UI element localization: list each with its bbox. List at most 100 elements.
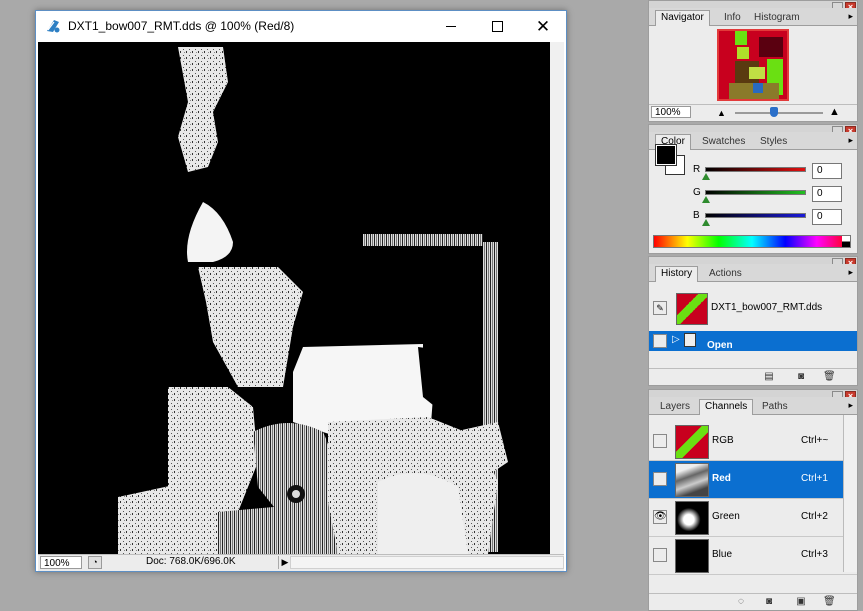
- red-slider-knob[interactable]: [702, 173, 710, 180]
- channels-palette: × Layers Channels Paths ▸ RGB Ctrl+~ Red…: [648, 389, 858, 611]
- channel-thumbnail: [675, 501, 709, 535]
- green-value-field[interactable]: 0: [812, 186, 842, 202]
- channel-visibility-toggle[interactable]: [653, 434, 667, 448]
- palette-menu-icon[interactable]: ▸: [848, 11, 853, 22]
- blue-slider[interactable]: [705, 213, 806, 218]
- delete-state-icon[interactable]: 🗑: [823, 371, 836, 382]
- channel-name: Red: [712, 473, 731, 484]
- history-state-label: Open: [707, 340, 733, 351]
- new-snapshot-icon[interactable]: ◙: [795, 371, 807, 382]
- navigator-zoom-field[interactable]: 100%: [651, 106, 691, 118]
- snapshot-thumbnail: [676, 293, 708, 325]
- tab-info[interactable]: Info: [719, 11, 746, 25]
- document-title: DXT1_bow007_RMT.dds @ 100% (Red/8): [68, 19, 295, 33]
- history-state-arrow-icon: ▷: [672, 334, 680, 345]
- document-window: DXT1_bow007_RMT.dds @ 100% (Red/8) ✕ 100…: [35, 10, 567, 572]
- red-slider[interactable]: [705, 167, 806, 172]
- tab-actions[interactable]: Actions: [704, 267, 747, 281]
- zoom-out-icon[interactable]: ▲: [717, 108, 726, 118]
- new-document-from-state-icon[interactable]: ▤: [763, 371, 775, 382]
- red-value-field[interactable]: 0: [812, 163, 842, 179]
- green-label: G: [693, 187, 701, 198]
- snapshot-label: DXT1_bow007_RMT.dds: [711, 302, 823, 313]
- channel-thumbnail: [675, 539, 709, 573]
- palette-menu-icon[interactable]: ▸: [848, 400, 853, 411]
- new-channel-icon[interactable]: ▣: [795, 596, 807, 607]
- navigator-preview-image: [719, 31, 787, 99]
- channels-scrollbar[interactable]: [843, 415, 857, 572]
- maximize-button[interactable]: [474, 11, 520, 42]
- tab-layers[interactable]: Layers: [655, 400, 695, 414]
- channel-row-green[interactable]: 👁 Green Ctrl+2: [649, 499, 857, 537]
- history-palette: × History Actions ▸ ✎ DXT1_bow007_RMT.dd…: [648, 256, 858, 386]
- vertical-scrollbar[interactable]: [550, 42, 564, 554]
- tab-histogram[interactable]: Histogram: [749, 11, 805, 25]
- minimize-button[interactable]: [428, 11, 474, 42]
- tab-navigator[interactable]: Navigator: [655, 10, 710, 26]
- palette-header[interactable]: ×: [649, 257, 857, 268]
- navigator-tabs: Navigator Info Histogram ▸: [649, 8, 857, 26]
- channel-thumbnail: [675, 463, 709, 497]
- black-white-ramp[interactable]: [842, 236, 850, 247]
- horizontal-scrollbar[interactable]: [290, 556, 564, 569]
- zoom-in-icon[interactable]: ▲: [829, 106, 840, 118]
- tab-channels[interactable]: Channels: [699, 399, 754, 415]
- maximize-icon: [491, 21, 503, 32]
- tab-paths[interactable]: Paths: [757, 400, 793, 414]
- minimize-icon: [446, 26, 456, 27]
- red-channel-image: [38, 42, 550, 554]
- red-label: R: [693, 164, 701, 175]
- color-tabs: Color Swatches Styles ▸: [649, 132, 857, 150]
- color-spectrum-ramp[interactable]: [653, 235, 851, 248]
- tab-history[interactable]: History: [655, 266, 699, 282]
- navigator-palette: × Navigator Info Histogram ▸ 100% ▲ ▲: [648, 0, 858, 122]
- zoom-slider[interactable]: [735, 112, 823, 114]
- green-slider[interactable]: [705, 190, 806, 195]
- channel-visibility-toggle[interactable]: [653, 548, 667, 562]
- palette-menu-icon[interactable]: ▸: [848, 135, 853, 146]
- channel-name: Green: [712, 511, 740, 522]
- zoom-slider-knob[interactable]: [770, 107, 778, 117]
- zoom-field[interactable]: 100%: [40, 556, 82, 569]
- channel-visibility-toggle[interactable]: [653, 472, 667, 486]
- channel-shortcut: Ctrl+3: [801, 549, 828, 560]
- close-button[interactable]: ✕: [520, 11, 566, 42]
- palette-header[interactable]: ×: [649, 390, 857, 401]
- channel-row-blue[interactable]: Blue Ctrl+3: [649, 537, 857, 575]
- foreground-color-swatch[interactable]: [655, 144, 677, 166]
- color-palette: × Color Swatches Styles ▸ R 0 G 0 B 0: [648, 124, 858, 254]
- image-canvas[interactable]: [38, 42, 550, 554]
- eye-icon[interactable]: 👁: [653, 510, 667, 524]
- history-state-row[interactable]: ▷ Open: [649, 331, 857, 351]
- history-brush-source-icon[interactable]: ✎: [653, 301, 667, 315]
- history-snapshot-row[interactable]: ✎ DXT1_bow007_RMT.dds: [649, 290, 857, 325]
- channel-row-rgb[interactable]: RGB Ctrl+~: [649, 423, 857, 461]
- palette-header[interactable]: ×: [649, 1, 857, 12]
- channel-thumbnail: [675, 425, 709, 459]
- doc-size: Doc: 768.0K/696.0K: [146, 556, 236, 567]
- channel-row-red[interactable]: Red Ctrl+1: [649, 461, 857, 499]
- navigator-thumbnail[interactable]: [717, 29, 789, 101]
- history-state-checkbox[interactable]: [653, 334, 667, 348]
- blue-value-field[interactable]: 0: [812, 209, 842, 225]
- save-selection-as-channel-icon[interactable]: ◙: [763, 596, 775, 607]
- history-open-icon: [684, 333, 696, 347]
- document-title-bar[interactable]: DXT1_bow007_RMT.dds @ 100% (Red/8) ✕: [36, 11, 566, 42]
- tab-styles[interactable]: Styles: [755, 135, 792, 149]
- status-info-icon[interactable]: ◔: [88, 556, 102, 569]
- channel-name: RGB: [712, 435, 734, 446]
- palette-menu-icon[interactable]: ▸: [848, 267, 853, 278]
- green-slider-knob[interactable]: [702, 196, 710, 203]
- channel-shortcut: Ctrl+1: [801, 473, 828, 484]
- history-tabs: History Actions ▸: [649, 264, 857, 282]
- channel-name: Blue: [712, 549, 733, 560]
- blue-slider-knob[interactable]: [702, 219, 710, 226]
- channel-shortcut: Ctrl+~: [801, 435, 829, 446]
- channels-footer: ◌ ◙ ▣ 🗑: [649, 593, 857, 610]
- close-icon: ✕: [535, 17, 551, 36]
- palette-header[interactable]: ×: [649, 125, 857, 136]
- delete-channel-icon[interactable]: 🗑: [823, 596, 836, 607]
- tab-swatches[interactable]: Swatches: [697, 135, 750, 149]
- load-channel-as-selection-icon[interactable]: ◌: [735, 596, 747, 607]
- blue-label: B: [693, 210, 700, 221]
